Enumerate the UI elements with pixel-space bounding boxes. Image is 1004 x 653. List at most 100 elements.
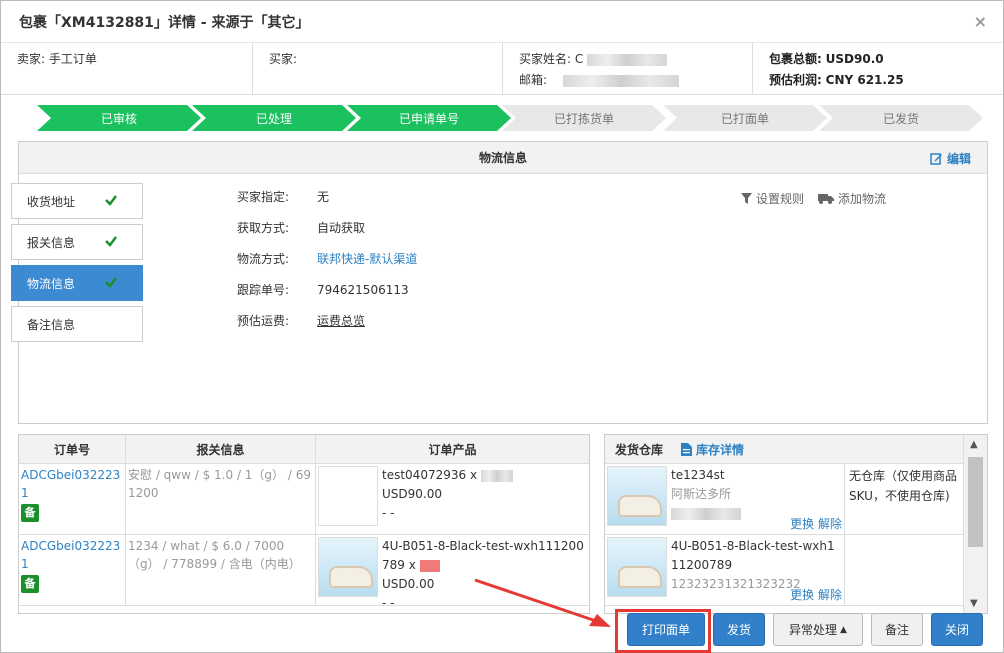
- exception-handle-button[interactable]: 异常处理 ▲: [773, 613, 863, 646]
- warehouse-sub: 阿斯达多所: [671, 487, 732, 501]
- step-label-printed: 已打面单: [663, 105, 827, 131]
- print-label-button[interactable]: 打印面单: [627, 613, 705, 646]
- step-tracking-applied: 已申请单号: [347, 105, 511, 131]
- field-label: 获取方式:: [237, 221, 290, 235]
- product-sku: test04072936 x: [382, 468, 478, 482]
- package-detail-modal: 包裹「XM4132881」详情 - 来源于「其它」 × 卖家: 手工订单 买家:…: [0, 0, 1004, 653]
- check-icon: [105, 236, 117, 247]
- tab-customs-info[interactable]: 报关信息: [11, 224, 143, 260]
- backup-badge: 备: [21, 504, 39, 522]
- set-rule-label: 设置规则: [756, 192, 805, 206]
- edit-icon: [930, 153, 942, 165]
- product-thumbnail: [318, 537, 378, 597]
- order-no-link[interactable]: ADCGbei0322231: [21, 466, 123, 502]
- product-price: USD90.00: [382, 487, 442, 501]
- total-label: 包裹总额:: [769, 52, 822, 66]
- check-icon: [105, 277, 117, 288]
- annotation-arrow-icon: [474, 578, 611, 627]
- table-row: ADCGbei0322231 备 安慰 / qww / $ 1.0 / 1（g）…: [19, 464, 589, 535]
- buyer-name-prefix: C: [574, 52, 584, 66]
- caret-up-icon: ▲: [840, 624, 847, 635]
- seller-cell: 卖家: 手工订单: [1, 43, 253, 94]
- buyer-contact-cell: 买家姓名: C 邮箱:: [503, 43, 753, 94]
- scroll-thumb[interactable]: [968, 457, 983, 547]
- order-table-header: 订单号 报关信息 订单产品: [19, 435, 589, 464]
- status-steps: 已审核 已处理 已申请单号 已打拣货单 已打面单 已发货: [37, 105, 983, 131]
- field-label: 预估运费:: [237, 314, 290, 328]
- stock-detail-link[interactable]: 库存详情: [681, 441, 744, 458]
- backup-badge: 备: [21, 575, 39, 593]
- product-thumbnail: [318, 466, 378, 526]
- tracking-number: 794621506113: [317, 283, 409, 297]
- customs-info: 1234 / what / $ 6.0 / 7000（g） / 778899 /…: [126, 535, 316, 605]
- package-summary-row: 卖家: 手工订单 买家: 买家姓名: C 邮箱: 包裹总额: USD90.0 预…: [1, 43, 1003, 95]
- modal-header: 包裹「XM4132881」详情 - 来源于「其它」: [1, 1, 1003, 43]
- field-shipping-method: 物流方式: 联邦快递-默认渠道: [237, 249, 417, 280]
- shipping-method-link[interactable]: 联邦快递-默认渠道: [317, 249, 417, 280]
- qty-redacted: [480, 469, 513, 482]
- buyer-cell: 买家:: [253, 43, 503, 94]
- tab-label: 报关信息: [27, 235, 76, 250]
- product-sku: 4U-B051-8-Black-test-wxh111200789 x: [382, 539, 584, 572]
- set-rule-button[interactable]: 设置规则: [741, 190, 804, 207]
- field-label: 买家指定:: [237, 190, 290, 204]
- close-button[interactable]: 关闭: [931, 613, 983, 646]
- col-products: 订单产品: [428, 442, 477, 457]
- close-icon[interactable]: ×: [974, 12, 987, 31]
- scroll-down-icon[interactable]: ▼: [970, 598, 978, 609]
- freight-overview-link[interactable]: 运费总览: [317, 311, 365, 342]
- totals-cell: 包裹总额: USD90.0 预估利润: CNY 621.25: [753, 43, 1003, 94]
- tab-logistics-info[interactable]: 物流信息: [11, 265, 143, 301]
- warehouse-note: 无仓库（仅使用商品SKU，不使用仓库): [849, 469, 958, 503]
- order-no-link[interactable]: ADCGbei0322231: [21, 537, 123, 573]
- field-label: 物流方式:: [237, 252, 290, 266]
- remark-button[interactable]: 备注: [871, 613, 923, 646]
- scroll-up-icon[interactable]: ▲: [970, 439, 978, 450]
- step-shipped: 已发货: [819, 105, 983, 131]
- warehouse-note: [845, 535, 963, 605]
- warehouse-sku: 4U-B051-8-Black-test-wxh111200789: [671, 539, 835, 572]
- field-value: 自动获取: [317, 221, 366, 235]
- warehouse-panel: 发货仓库 库存详情 te1234st 阿斯达多所 更换 解除 无仓库（仅使用商品…: [604, 434, 988, 614]
- detail-side-tabs: 收货地址 报关信息 物流信息 备注信息: [11, 183, 143, 347]
- customs-info: 安慰 / qww / $ 1.0 / 1（g） / 691200: [126, 464, 316, 534]
- buyer-label: 买家:: [269, 52, 298, 66]
- field-tracking-number: 跟踪单号: 794621506113: [237, 280, 417, 311]
- add-logistics-label: 添加物流: [838, 192, 887, 206]
- add-logistics-button[interactable]: 添加物流: [818, 190, 886, 207]
- tab-label: 收货地址: [27, 194, 76, 209]
- product-extra: - -: [382, 506, 395, 520]
- seller-label: 卖家:: [17, 52, 46, 66]
- field-estimated-freight: 预估运费: 运费总览: [237, 311, 417, 342]
- step-reviewed: 已审核: [37, 105, 201, 131]
- modal-title: 包裹「XM4132881」详情 - 来源于「其它」: [19, 14, 310, 31]
- buyer-name-label: 买家姓名:: [519, 52, 572, 66]
- logistics-fields: 买家指定: 无 获取方式: 自动获取 物流方式: 联邦快递-默认渠道 跟踪单号:…: [237, 187, 417, 342]
- profit-label: 预估利润:: [769, 73, 822, 87]
- logistics-actions: 设置规则 添加物流: [741, 190, 886, 207]
- change-unbind-links[interactable]: 更换 解除: [790, 586, 842, 603]
- edit-logistics-button[interactable]: 编辑: [930, 150, 971, 167]
- warehouse-row: 4U-B051-8-Black-test-wxh111200789 123232…: [605, 535, 987, 606]
- email-redacted: [562, 74, 679, 87]
- profit-value: CNY 621.25: [825, 73, 904, 87]
- footer-buttons: 打印面单 发货 异常处理 ▲ 备注 关闭: [627, 613, 983, 646]
- scrollbar[interactable]: ▲ ▼: [963, 435, 987, 613]
- tab-remark-info[interactable]: 备注信息: [11, 306, 143, 342]
- change-unbind-links[interactable]: 更换 解除: [790, 515, 842, 532]
- field-buyer-designated: 买家指定: 无: [237, 187, 417, 218]
- buyer-name-redacted: [587, 53, 668, 66]
- document-icon: [681, 442, 693, 456]
- exception-label: 异常处理: [789, 623, 838, 637]
- field-value: 无: [317, 190, 330, 204]
- tab-shipping-address[interactable]: 收货地址: [11, 183, 143, 219]
- email-label: 邮箱:: [519, 73, 548, 87]
- ship-button[interactable]: 发货: [713, 613, 765, 646]
- redacted-value: [671, 507, 741, 520]
- logistics-panel-title: 物流信息: [19, 142, 987, 174]
- warehouse-title: 发货仓库: [615, 442, 664, 457]
- filter-icon: [741, 193, 752, 204]
- warehouse-row: te1234st 阿斯达多所 更换 解除 无仓库（仅使用商品SKU，不使用仓库): [605, 464, 987, 535]
- edit-label: 编辑: [946, 152, 971, 166]
- seller-value: 手工订单: [48, 52, 97, 66]
